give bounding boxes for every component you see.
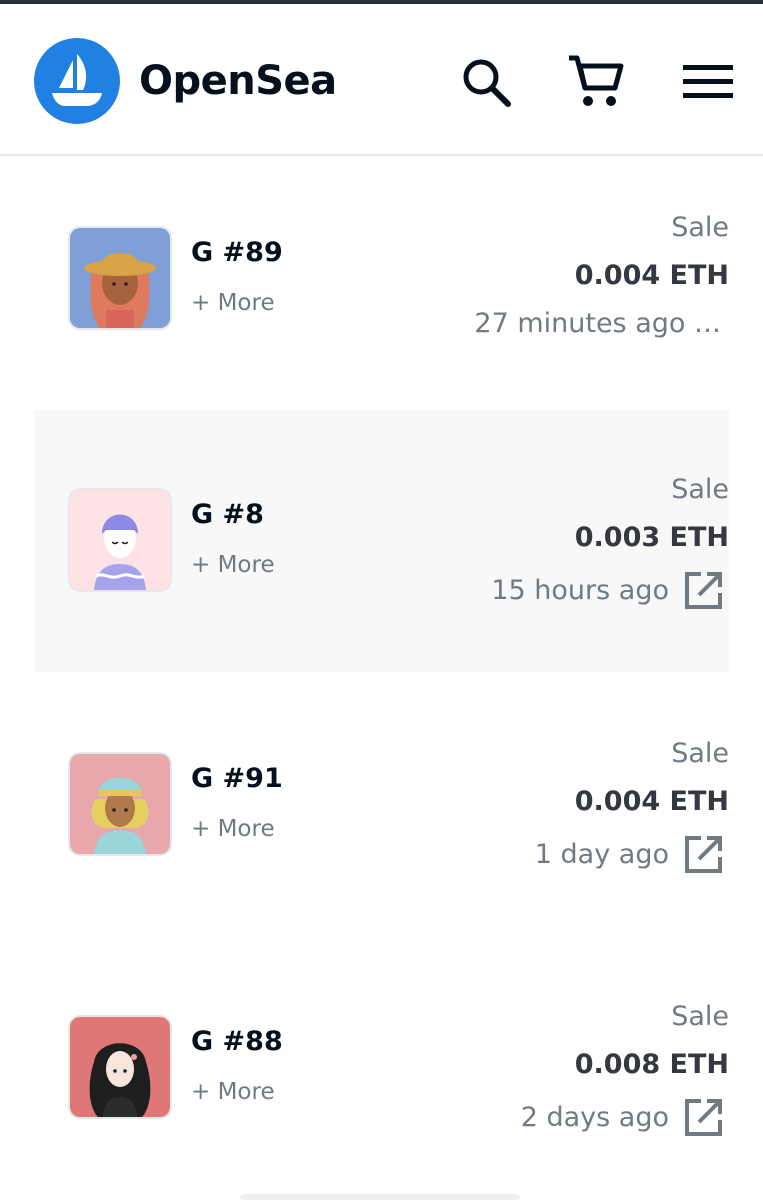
- sale-price: 0.004 ETH: [574, 260, 729, 291]
- time-text: 15 hours ago: [491, 575, 669, 606]
- sale-time[interactable]: 15 hours ago: [491, 569, 729, 613]
- more-link[interactable]: + More: [191, 814, 275, 844]
- site-header: OpenSea: [0, 4, 763, 156]
- time-text: 1 day ago: [534, 839, 669, 870]
- activity-row[interactable]: G #8 + More Sale 0.003 ETH 15 hours ago: [34, 410, 729, 672]
- activity-row[interactable]: G #91 + More Sale 0.004 ETH 1 day ago: [34, 672, 729, 934]
- more-link[interactable]: + More: [191, 288, 275, 318]
- sale-time[interactable]: 27 minutes ago …: [474, 307, 729, 341]
- sale-details: Sale 0.008 ETH 2 days ago: [521, 1000, 729, 1140]
- opensea-logo-icon[interactable]: [34, 38, 120, 124]
- external-link-icon[interactable]: [681, 1096, 725, 1140]
- sale-time[interactable]: 2 days ago: [521, 1096, 729, 1140]
- scroll-hint: [240, 1194, 520, 1200]
- item-name[interactable]: G #88: [191, 1025, 283, 1059]
- nft-thumbnail[interactable]: [68, 752, 172, 856]
- item-name[interactable]: G #8: [191, 498, 264, 532]
- time-text: 27 minutes ago …: [474, 308, 721, 339]
- menu-icon[interactable]: [678, 52, 738, 112]
- nft-thumbnail[interactable]: [68, 488, 172, 592]
- brand-name[interactable]: OpenSea: [139, 56, 337, 106]
- activity-row[interactable]: G #88 + More Sale 0.008 ETH 2 days ago: [34, 935, 729, 1197]
- item-name[interactable]: G #89: [191, 236, 283, 270]
- sale-details: Sale 0.003 ETH 15 hours ago: [491, 473, 729, 613]
- sale-details: Sale 0.004 ETH 1 day ago: [535, 737, 729, 877]
- external-link-icon[interactable]: [681, 569, 725, 613]
- item-name[interactable]: G #91: [191, 762, 283, 796]
- sale-time[interactable]: 1 day ago: [535, 833, 729, 877]
- activity-row[interactable]: G #89 + More Sale 0.004 ETH 27 minutes a…: [34, 148, 729, 410]
- sale-details: Sale 0.004 ETH 27 minutes ago …: [474, 211, 729, 341]
- more-link[interactable]: + More: [191, 550, 275, 580]
- external-link-icon[interactable]: [681, 833, 725, 877]
- event-type: Sale: [671, 474, 729, 505]
- sale-price: 0.004 ETH: [574, 786, 729, 817]
- search-icon[interactable]: [456, 52, 516, 112]
- nft-thumbnail[interactable]: [68, 1015, 172, 1119]
- cart-icon[interactable]: [565, 52, 625, 112]
- event-type: Sale: [671, 1001, 729, 1032]
- nft-thumbnail[interactable]: [68, 226, 172, 330]
- event-type: Sale: [671, 212, 729, 243]
- event-type: Sale: [671, 738, 729, 769]
- more-link[interactable]: + More: [191, 1077, 275, 1107]
- sale-price: 0.003 ETH: [574, 522, 729, 553]
- sale-price: 0.008 ETH: [574, 1049, 729, 1080]
- time-text: 2 days ago: [520, 1102, 669, 1133]
